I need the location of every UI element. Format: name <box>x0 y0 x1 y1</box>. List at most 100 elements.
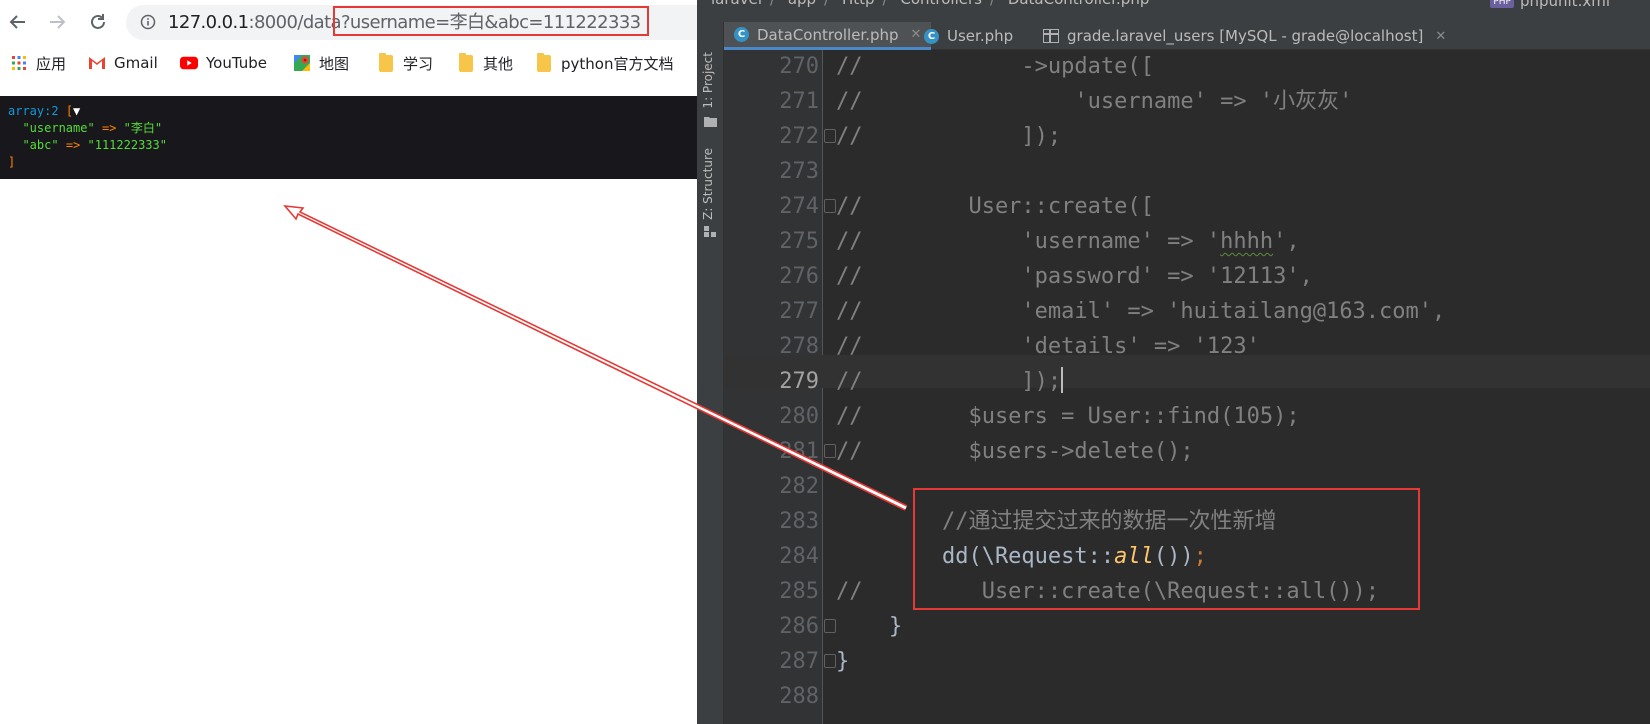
code-line[interactable]: 272 // ]); <box>724 120 1650 153</box>
code-line[interactable]: 280 // $users = User::find(105); <box>724 400 1650 433</box>
dump-value: "李白" <box>123 121 163 135</box>
apps-grid-icon <box>10 54 28 72</box>
collapse-toggle-icon[interactable]: ▼ <box>73 104 80 118</box>
breadcrumb-item[interactable]: Http <box>842 0 875 8</box>
line-number: 275 <box>779 229 819 254</box>
bookmark-maps[interactable]: 地图 <box>293 52 349 74</box>
code-token: } <box>836 649 850 674</box>
line-number: 286 <box>779 614 819 639</box>
code-line[interactable]: 278 // 'details' => '123' <box>724 330 1650 363</box>
code-line[interactable]: 276 // 'password' => '12113', <box>724 260 1650 293</box>
code-line[interactable]: 287} <box>724 645 1650 678</box>
dump-open-bracket: [ <box>65 104 74 118</box>
var-dump-output: array:2 [▼ "username" => "李白" "abc" => "… <box>0 96 697 179</box>
back-arrow-icon <box>9 15 25 29</box>
tab-user[interactable]: C User.php <box>914 22 1023 50</box>
fold-marker-icon[interactable] <box>824 129 836 143</box>
dump-key: "username" <box>22 121 95 135</box>
bookmark-gmail[interactable]: Gmail <box>88 52 158 74</box>
table-icon <box>1043 29 1059 43</box>
bookmark-youtube[interactable]: YouTube <box>180 52 267 74</box>
code-text: } <box>836 610 902 643</box>
bookmark-folder-python-docs[interactable]: python官方文档 <box>535 52 673 74</box>
back-button[interactable] <box>6 9 30 35</box>
line-number: 288 <box>779 684 819 709</box>
bookmark-label: 学习 <box>403 54 434 73</box>
ide-navigation-bar: laravel/ app/ Http/ Controllers/ DataCon… <box>697 0 1650 22</box>
bookmark-apps[interactable]: 应用 <box>10 52 66 74</box>
code-token: // 'username' => '小灰灰' <box>836 89 1353 114</box>
reload-button[interactable] <box>86 9 110 35</box>
code-text: // $users->delete(); <box>836 435 1194 468</box>
project-tool-button[interactable]: 1: Project <box>701 52 715 109</box>
tool-window-stripe: 1: Project Z: Structure <box>697 22 724 724</box>
code-line[interactable]: 288 <box>724 680 1650 713</box>
line-number: 274 <box>779 194 819 219</box>
line-number: 277 <box>779 299 819 324</box>
code-line[interactable]: 273 <box>724 155 1650 188</box>
close-icon[interactable]: ✕ <box>1435 29 1446 44</box>
structure-tool-button[interactable]: Z: Structure <box>701 148 715 220</box>
code-line[interactable]: 274 // User::create([ <box>724 190 1650 223</box>
code-token: // ->update([ <box>836 54 1154 79</box>
code-highlight-box <box>913 488 1420 610</box>
code-line[interactable]: 281 // $users->delete(); <box>724 435 1650 468</box>
code-line[interactable]: 271 // 'username' => '小灰灰' <box>724 85 1650 118</box>
code-token: // $users->delete(); <box>836 439 1194 464</box>
code-line[interactable]: 270 // ->update([ <box>724 50 1650 83</box>
fold-marker-icon[interactable] <box>824 619 836 633</box>
breadcrumb-item[interactable]: DataController.php <box>1008 0 1150 8</box>
code-line[interactable]: 277 // 'email' => 'huitailang@163.com', <box>724 295 1650 328</box>
url-host: 127.0.0.1 <box>168 12 249 33</box>
breadcrumb-item[interactable]: laravel <box>711 0 762 8</box>
phpunit-file-tab[interactable]: PHP phpunit.xml <box>1490 0 1610 10</box>
line-number: 273 <box>779 159 819 184</box>
url-query-highlight-box <box>333 6 649 36</box>
bookmark-label: python官方文档 <box>561 54 674 73</box>
tab-grade-laravel-users[interactable]: grade.laravel_users [MySQL - grade@local… <box>1033 22 1456 50</box>
bookmark-folder-other[interactable]: 其他 <box>457 52 513 74</box>
folder-icon <box>704 117 717 127</box>
tab-label: grade.laravel_users [MySQL - grade@local… <box>1067 27 1424 45</box>
code-token: // ]); <box>836 369 1062 394</box>
bookmark-folder-study[interactable]: 学习 <box>377 52 433 74</box>
code-text: // 'details' => '123' <box>836 330 1260 363</box>
code-token: hhhh <box>1220 229 1274 254</box>
line-number: 270 <box>779 54 819 79</box>
youtube-icon <box>180 54 198 72</box>
code-line[interactable]: 279 // ]); <box>724 365 1650 398</box>
forward-button[interactable] <box>45 9 69 35</box>
bookmark-label: YouTube <box>206 54 267 72</box>
line-number: 283 <box>779 509 819 534</box>
dump-key: "abc" <box>22 138 59 152</box>
line-number: 271 <box>779 89 819 114</box>
bookmarks-bar: 应用 Gmail YouTube 地图 学习 其他 python官方文档 <box>0 48 697 78</box>
code-line[interactable]: 275 // 'username' => 'hhhh', <box>724 225 1650 258</box>
code-token: // ]); <box>836 124 1062 149</box>
dump-close-bracket: ] <box>8 155 16 169</box>
code-text: } <box>836 645 849 678</box>
tab-label: User.php <box>947 27 1014 45</box>
line-number: 278 <box>779 334 819 359</box>
line-number: 285 <box>779 579 819 604</box>
code-token: // User::create([ <box>836 194 1154 219</box>
dump-arrow: => <box>65 138 81 152</box>
code-text: // 'username' => '小灰灰' <box>836 85 1352 118</box>
breadcrumb-item[interactable]: app <box>788 0 816 8</box>
fold-marker-icon[interactable] <box>824 654 836 668</box>
dump-value: "111222333" <box>87 138 167 152</box>
browser-window: 127.0.0.1:8000/data?username=李白&abc=1112… <box>0 0 697 724</box>
fold-marker-icon[interactable] <box>824 199 836 213</box>
tab-datacontroller[interactable]: C DataController.php ✕ <box>724 22 932 50</box>
code-text: // 'password' => '12113', <box>836 260 1313 293</box>
line-number: 279 <box>779 369 819 394</box>
breadcrumb-item[interactable]: Controllers <box>900 0 982 8</box>
code-token: // 'details' => '123' <box>836 334 1260 359</box>
code-token: // $users = User::find(105); <box>836 404 1300 429</box>
code-text: // ]); <box>836 365 1064 398</box>
fold-marker-icon[interactable] <box>824 444 836 458</box>
forward-arrow-icon <box>50 15 66 29</box>
code-line[interactable]: 286 } <box>724 610 1650 643</box>
info-icon[interactable] <box>140 14 156 30</box>
code-token: ', <box>1273 229 1300 254</box>
